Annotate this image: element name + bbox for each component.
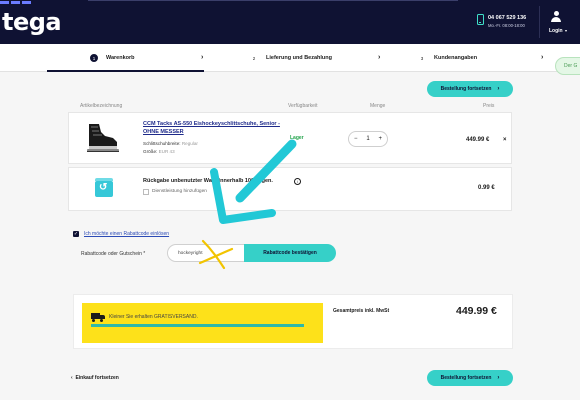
button-label: Bestellung fortsetzen: [440, 375, 492, 381]
phone-icon: [477, 14, 484, 25]
chevron-right-icon: ›: [541, 54, 544, 61]
column-header-article: Artikelbezeichnung: [80, 103, 123, 109]
quantity-value[interactable]: 1: [366, 136, 369, 142]
discount-toggle-link[interactable]: Ich möchte einen Rabattcode einlösen: [84, 231, 169, 237]
step-label: Lieferung und Bezahlung: [266, 55, 332, 61]
column-header-price: Preis: [483, 103, 495, 109]
checkout-steps: 1 Warenkorb › 2 Lieferung und Bezahlung …: [0, 44, 580, 72]
service-title: Rückgabe unbenutzter Ware innerhalb 100 …: [143, 178, 273, 184]
chevron-right-icon: ›: [378, 54, 381, 61]
chevron-right-icon: ›: [497, 375, 500, 381]
increase-quantity-button[interactable]: +: [378, 136, 382, 142]
attribute-key: Größe:: [143, 149, 158, 154]
column-header-availability: Verfügbarkeit: [288, 103, 318, 109]
apply-discount-button[interactable]: Rabattcode bestätigen: [244, 244, 336, 262]
total-label: Gesamtpreis inkl. MwSt: [333, 308, 390, 314]
button-label: Bestellung fortsetzen: [440, 86, 492, 92]
shipping-progress-bar: [91, 324, 304, 327]
free-shipping-banner: [82, 303, 323, 343]
chevron-right-icon: ›: [497, 86, 500, 92]
logo[interactable]: tega: [2, 8, 62, 36]
step-lieferung[interactable]: 2 Lieferung und Bezahlung: [250, 44, 332, 72]
service-checkbox-label[interactable]: Dienstleistung hinzufügen: [152, 189, 207, 194]
link-label: Einkauf fortsetzen: [75, 375, 119, 381]
product-title-link[interactable]: CCM Tacks AS-550 Eishockeyschlittschuhe,…: [143, 121, 288, 136]
remove-item-button[interactable]: ×: [503, 137, 507, 143]
availability-status: Lager: [290, 135, 304, 141]
step-label: Warenkorb: [106, 55, 135, 61]
header-rule: [88, 0, 458, 1]
service-row: [68, 167, 512, 211]
discount-code-input[interactable]: hockeyright: [167, 244, 251, 262]
attribute-value: Regular: [181, 141, 198, 146]
step-kundenangaben[interactable]: 3 Kundenangaben: [418, 44, 477, 72]
phone-number[interactable]: 04 067 529 136: [488, 15, 526, 21]
user-icon[interactable]: [551, 11, 561, 23]
opening-hours: Mo.-Fr. 08:00-18:00: [488, 23, 525, 28]
discount-checkbox[interactable]: ✓: [73, 231, 79, 237]
step-number: 1: [90, 54, 98, 62]
service-price: 0.99 €: [478, 185, 495, 191]
discount-field-label: Rabattcode oder Gutschein *: [81, 251, 146, 257]
chevron-right-icon: ›: [201, 54, 204, 61]
header-divider: [539, 6, 540, 38]
continue-order-button-bottom[interactable]: Bestellung fortsetzen ›: [427, 370, 513, 386]
column-header-quantity: Menge: [370, 103, 386, 109]
logo-accent: [0, 0, 40, 4]
continue-order-button-top[interactable]: Bestellung fortsetzen ›: [427, 81, 513, 97]
toast-notification[interactable]: Der G: [555, 57, 580, 75]
chevron-down-icon: ▾: [565, 28, 568, 33]
step-label: Kundenangaben: [434, 55, 478, 61]
step-number: 3: [420, 55, 424, 61]
attribute-key: Schlittschuhbreite:: [143, 141, 181, 146]
truck-icon: [91, 313, 105, 322]
step-number: 2: [252, 55, 256, 61]
attribute-value: EUR 43: [158, 149, 175, 154]
total-value: 449.99 €: [456, 305, 497, 317]
login-button[interactable]: Login: [549, 28, 563, 34]
decrease-quantity-button[interactable]: −: [354, 136, 358, 142]
product-attribute-size: Größe: EUR 43: [143, 149, 175, 154]
active-step-indicator: [47, 70, 204, 72]
continue-shopping-link[interactable]: ‹ Einkauf fortsetzen: [71, 375, 119, 381]
return-box-icon: ↺: [95, 178, 113, 197]
info-icon[interactable]: i: [294, 178, 301, 185]
service-checkbox[interactable]: [143, 189, 149, 195]
product-attribute-width: Schlittschuhbreite: Regular: [143, 141, 198, 146]
item-price: 449.99 €: [466, 137, 490, 143]
skate-image[interactable]: [83, 122, 123, 158]
free-shipping-text: Kleiner Sie erhalten GRATISVERSAND.: [109, 314, 198, 320]
quantity-stepper: − 1 +: [348, 131, 388, 147]
chevron-left-icon: ‹: [71, 375, 73, 381]
step-warenkorb[interactable]: 1 Warenkorb: [90, 44, 135, 72]
progress-fill: [91, 324, 304, 327]
site-header: tega 04 067 529 136 Mo.-Fr. 08:00-18:00 …: [0, 0, 580, 44]
